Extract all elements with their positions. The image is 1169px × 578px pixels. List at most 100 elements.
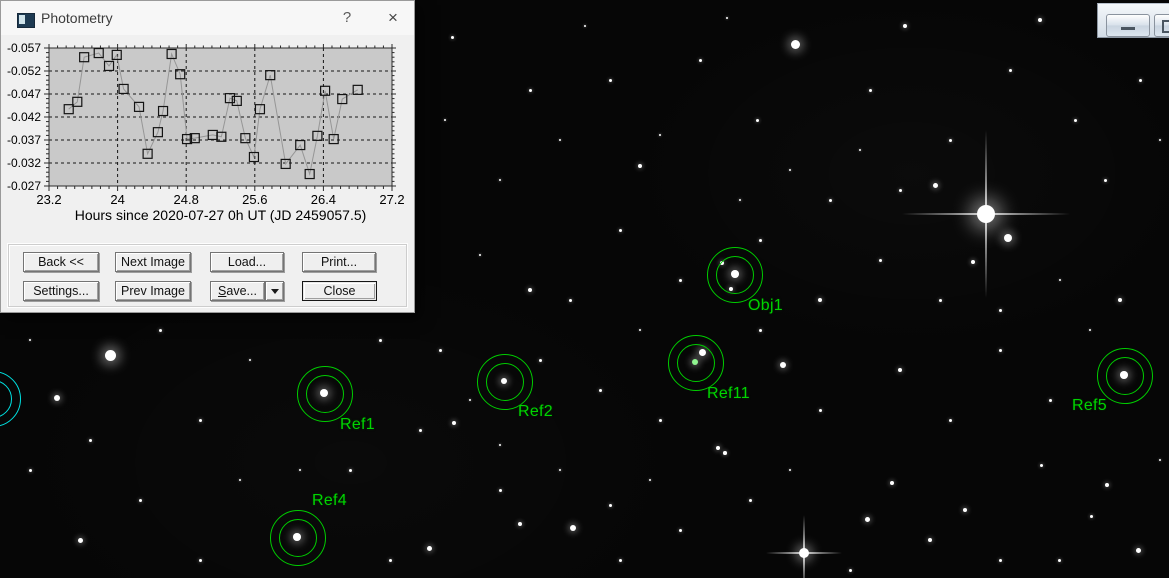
star xyxy=(199,419,202,422)
star xyxy=(869,89,872,92)
star xyxy=(389,559,392,562)
star xyxy=(749,499,752,502)
star xyxy=(716,446,720,450)
svg-text:-0.047: -0.047 xyxy=(7,87,41,101)
photometry-dialog: Photometry ? × -0.057-0.052-0.047-0.042-… xyxy=(0,0,415,313)
svg-text:25.6: 25.6 xyxy=(242,192,267,207)
star xyxy=(1159,459,1161,461)
star xyxy=(679,529,682,532)
aperture-ring-ref11 xyxy=(677,344,715,382)
background-window-titlebar xyxy=(1097,3,1169,38)
svg-text:-0.057: -0.057 xyxy=(7,41,41,55)
star xyxy=(479,254,481,256)
star xyxy=(499,179,501,181)
star xyxy=(638,164,642,168)
star xyxy=(528,288,532,292)
star xyxy=(139,499,142,502)
star xyxy=(499,489,502,492)
star xyxy=(699,59,702,62)
star xyxy=(349,469,352,472)
minimize-icon xyxy=(1121,27,1135,30)
save-button[interactable]: Save... xyxy=(210,281,265,301)
maximize-button[interactable] xyxy=(1154,14,1169,37)
star xyxy=(756,119,759,122)
star xyxy=(1074,119,1077,122)
next-image-button[interactable]: Next Image xyxy=(115,252,191,272)
star xyxy=(1089,329,1091,331)
star xyxy=(29,469,32,472)
star xyxy=(29,339,31,341)
star xyxy=(939,299,942,302)
aperture-ring-ref5 xyxy=(1106,357,1144,395)
star xyxy=(299,469,301,471)
star xyxy=(723,451,727,455)
star xyxy=(89,439,92,442)
diffraction-spike xyxy=(902,213,1070,215)
aperture-ring-obj1 xyxy=(716,256,754,294)
load-button[interactable]: Load... xyxy=(210,252,284,272)
prev-image-button[interactable]: Prev Image xyxy=(115,281,191,301)
star xyxy=(899,189,902,192)
star xyxy=(451,36,454,39)
svg-text:24.8: 24.8 xyxy=(174,192,199,207)
svg-text:27.2: 27.2 xyxy=(379,192,404,207)
chevron-down-icon xyxy=(271,289,279,294)
star xyxy=(559,139,561,141)
star xyxy=(865,517,870,522)
x-axis-title: Hours since 2020-07-27 0h UT (JD 2459057… xyxy=(75,207,367,223)
star xyxy=(819,409,822,412)
star xyxy=(789,169,791,171)
star xyxy=(898,368,902,372)
star xyxy=(78,538,83,543)
help-button[interactable]: ? xyxy=(327,1,367,33)
window-icon xyxy=(17,13,35,28)
star xyxy=(971,260,975,264)
star xyxy=(949,139,952,142)
star xyxy=(1136,548,1141,553)
settings-button[interactable]: Settings... xyxy=(23,281,99,301)
minimize-button[interactable] xyxy=(1106,14,1150,37)
star xyxy=(789,469,791,471)
svg-text:-0.027: -0.027 xyxy=(7,179,41,193)
maximize-icon xyxy=(1162,20,1169,33)
star xyxy=(818,298,822,302)
star xyxy=(879,259,882,262)
star xyxy=(890,481,894,485)
save-dropdown-button[interactable] xyxy=(265,281,284,301)
star xyxy=(518,522,522,526)
star xyxy=(559,469,561,471)
star xyxy=(659,134,661,136)
svg-text:-0.037: -0.037 xyxy=(7,133,41,147)
photometry-light-curve-chart: -0.057-0.052-0.047-0.042-0.037-0.032-0.0… xyxy=(1,35,414,239)
close-window-button[interactable]: × xyxy=(373,1,413,33)
star xyxy=(1159,139,1161,141)
star xyxy=(1104,179,1107,182)
star xyxy=(849,569,852,572)
star xyxy=(1004,234,1012,242)
svg-text:-0.042: -0.042 xyxy=(7,110,41,124)
star xyxy=(439,349,442,352)
star xyxy=(649,479,651,481)
svg-text:23.2: 23.2 xyxy=(36,192,61,207)
star xyxy=(529,89,532,92)
star xyxy=(1038,18,1042,22)
diffraction-spike xyxy=(766,552,842,554)
star xyxy=(1118,298,1122,302)
star xyxy=(609,79,612,82)
star xyxy=(619,559,622,562)
star xyxy=(379,339,382,342)
star xyxy=(105,350,116,361)
diffraction-spike xyxy=(803,515,805,578)
print-button[interactable]: Print... xyxy=(302,252,376,272)
star xyxy=(829,199,832,202)
star xyxy=(1058,559,1061,562)
dialog-titlebar[interactable]: Photometry ? × xyxy=(1,1,414,35)
close-button[interactable]: Close xyxy=(302,281,377,301)
star xyxy=(1049,399,1052,402)
star xyxy=(444,119,446,121)
marker-label-ref4: Ref4 xyxy=(312,492,347,510)
star xyxy=(963,508,967,512)
star xyxy=(679,279,682,282)
back-button[interactable]: Back << xyxy=(23,252,99,272)
star xyxy=(726,17,728,19)
